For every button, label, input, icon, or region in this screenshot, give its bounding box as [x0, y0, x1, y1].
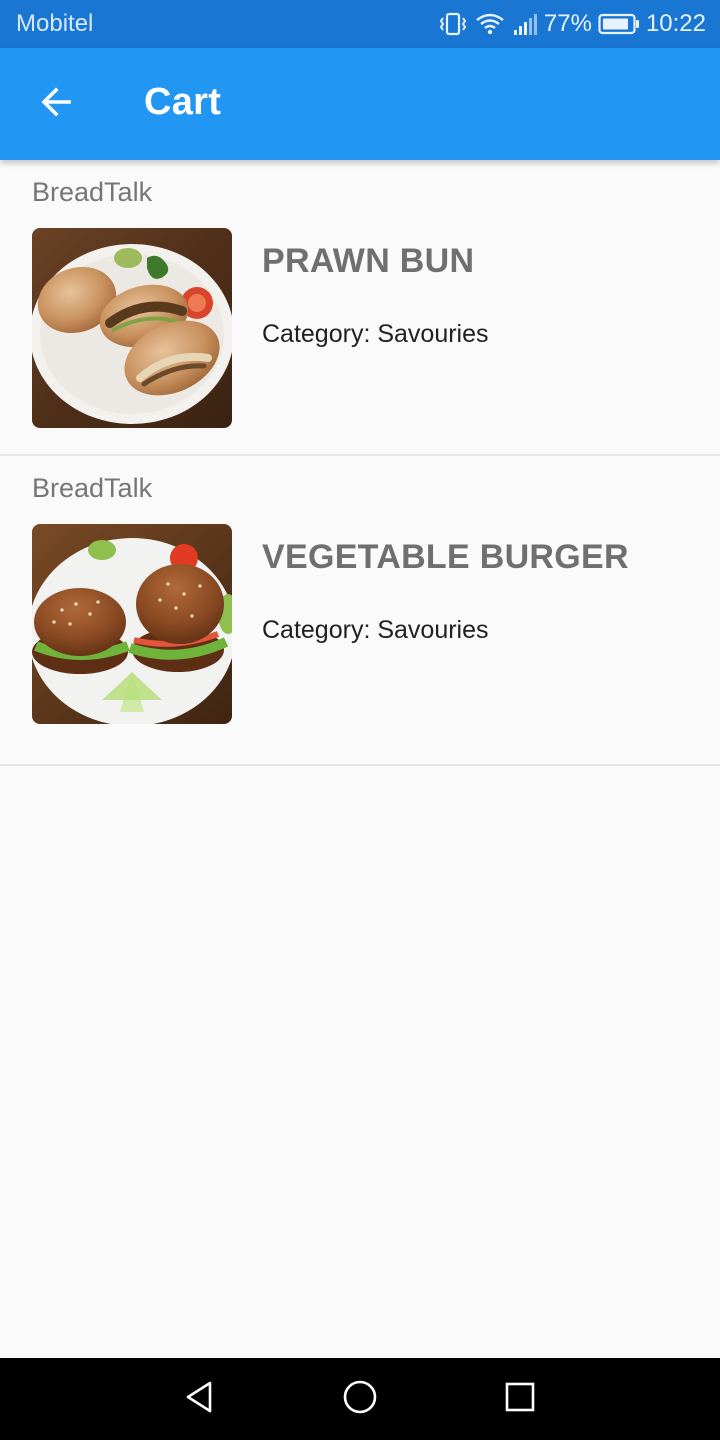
- cart-item[interactable]: BreadTalk: [0, 160, 720, 456]
- square-recents-icon: [502, 1379, 538, 1420]
- back-button[interactable]: [32, 80, 80, 128]
- status-icons: 77% 10:22: [438, 8, 706, 40]
- arrow-back-icon: [38, 84, 74, 125]
- cart-list: BreadTalk PRAWN BUN Category: Savouries …: [0, 160, 720, 766]
- vibrate-icon: [438, 11, 468, 37]
- cart-item[interactable]: BreadTalk: [0, 456, 720, 766]
- nav-recents-button[interactable]: [496, 1375, 544, 1423]
- circle-home-icon: [342, 1379, 378, 1420]
- prawn-bun-photo: [32, 228, 232, 428]
- system-navigation-bar: [0, 1358, 720, 1440]
- wifi-icon: [474, 11, 506, 37]
- app-bar: Cart: [0, 48, 720, 160]
- clock: 10:22: [645, 10, 706, 37]
- signal-icon: [512, 12, 538, 36]
- battery-icon: [598, 13, 640, 35]
- store-name: BreadTalk: [32, 177, 153, 207]
- nav-back-button[interactable]: [176, 1375, 224, 1423]
- status-bar: Mobitel 77% 10:22: [0, 0, 720, 48]
- item-name: VEGETABLE BURGER: [262, 538, 629, 576]
- store-name: BreadTalk: [32, 473, 153, 503]
- page-title: Cart: [144, 81, 222, 123]
- battery-percent: 77%: [543, 10, 592, 37]
- item-category: Category: Savouries: [262, 616, 489, 644]
- item-category: Category: Savouries: [262, 320, 489, 348]
- item-name: PRAWN BUN: [262, 242, 475, 280]
- carrier-name: Mobitel: [16, 10, 94, 37]
- triangle-back-icon: [182, 1379, 218, 1420]
- vegetable-burger-photo: [32, 524, 232, 724]
- nav-home-button[interactable]: [336, 1375, 384, 1423]
